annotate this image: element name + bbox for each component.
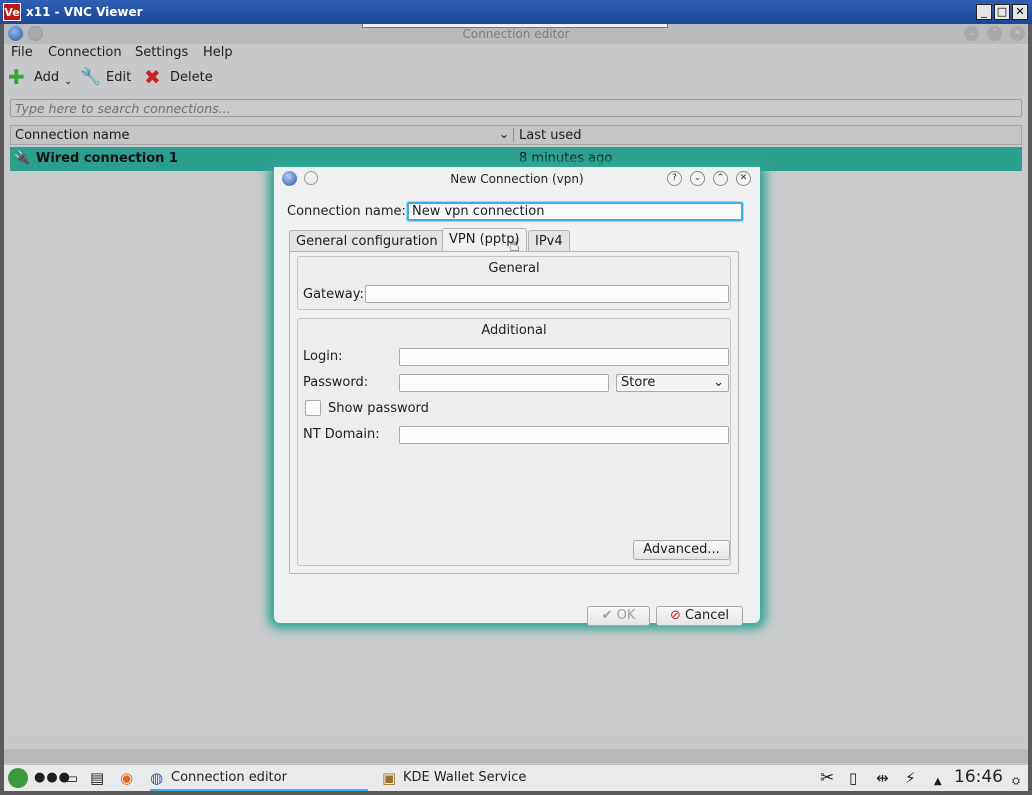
minimize-icon[interactable]: ⌄ bbox=[964, 26, 979, 41]
dialog-titlebar: New Connection (vpn) ? ⌄ ⌃ ✕ bbox=[274, 167, 760, 191]
minimize-button[interactable]: _ bbox=[976, 4, 992, 20]
files-icon[interactable]: ▤ bbox=[90, 769, 104, 787]
password-label: Password: bbox=[303, 375, 369, 390]
connection-last-used: 8 minutes ago bbox=[519, 151, 613, 166]
desktop-icon[interactable]: ▭ bbox=[64, 769, 78, 787]
firefox-icon[interactable]: ◉ bbox=[120, 769, 133, 787]
plug-icon: 🔌 bbox=[14, 151, 31, 166]
help-icon[interactable]: ? bbox=[667, 171, 682, 186]
cancel-icon: ⊘ bbox=[669, 608, 685, 623]
taskbar: ●●● ▭ ▤ ◉ ◍ Connection editor ▣ KDE Wall… bbox=[4, 764, 1028, 791]
edit-button[interactable]: 🔧 Edit bbox=[80, 67, 140, 91]
plus-icon: ✚ bbox=[8, 65, 25, 89]
main-window-title: Connection editor bbox=[462, 27, 570, 41]
new-connection-dialog: New Connection (vpn) ? ⌄ ⌃ ✕ Connection … bbox=[274, 167, 760, 626]
nt-domain-field[interactable] bbox=[399, 426, 729, 444]
login-field[interactable] bbox=[399, 348, 729, 366]
password-field[interactable] bbox=[399, 374, 609, 392]
status-strip bbox=[4, 749, 1028, 763]
minimize-icon[interactable]: ⌄ bbox=[690, 171, 705, 186]
close-icon[interactable]: ✕ bbox=[736, 171, 751, 186]
check-icon: ✔ bbox=[601, 608, 617, 623]
tab-general-configuration[interactable]: General configuration bbox=[289, 230, 445, 252]
column-last-used[interactable]: Last used bbox=[519, 128, 581, 143]
chevron-down-icon: ⌄ bbox=[713, 375, 724, 390]
dialog-title: New Connection (vpn) bbox=[450, 172, 584, 186]
tab-ipv4[interactable]: IPv4 bbox=[528, 230, 570, 252]
show-password-checkbox[interactable] bbox=[305, 400, 321, 416]
wallet-icon: ▣ bbox=[382, 769, 397, 787]
remote-desktop: Connection editor ⌄ ⌃ ✕ File Connection … bbox=[4, 24, 1028, 791]
active-task-indicator bbox=[150, 789, 368, 791]
password-store-select[interactable]: Store ⌄ bbox=[616, 374, 729, 392]
additional-group-title: Additional bbox=[481, 323, 547, 338]
maximize-icon[interactable]: ⌃ bbox=[987, 26, 1002, 41]
close-button[interactable]: ✕ bbox=[1012, 4, 1028, 20]
task-connection-editor[interactable]: Connection editor bbox=[171, 770, 287, 785]
globe-icon: ◍ bbox=[150, 769, 164, 787]
menu-connection[interactable]: Connection bbox=[48, 45, 122, 60]
search-input[interactable]: Type here to search connections... bbox=[10, 99, 1022, 117]
add-label: Add bbox=[34, 70, 60, 85]
general-group: General Gateway: bbox=[297, 256, 731, 310]
general-group-title: General bbox=[488, 261, 540, 276]
connection-name-field[interactable]: New vpn connection bbox=[407, 202, 743, 221]
show-password-label[interactable]: Show password bbox=[328, 401, 429, 416]
main-window-titlebar: Connection editor ⌄ ⌃ ✕ bbox=[4, 24, 1028, 44]
wrench-icon: 🔧 bbox=[80, 67, 102, 87]
login-label: Login: bbox=[303, 349, 343, 364]
maximize-icon[interactable]: ⌃ bbox=[713, 171, 728, 186]
add-button[interactable]: ✚ Add ⌄ bbox=[8, 65, 72, 91]
vpn-tab-panel: General Gateway: Additional Login: Passw… bbox=[289, 251, 739, 574]
panel-settings-icon[interactable]: ⛭ bbox=[1012, 773, 1020, 791]
password-store-value: Store bbox=[621, 375, 656, 390]
menu-settings[interactable]: Settings bbox=[135, 45, 188, 60]
tray-expand-icon[interactable]: ▲ bbox=[934, 773, 942, 791]
column-separator bbox=[513, 128, 514, 142]
edit-label: Edit bbox=[106, 70, 132, 85]
cancel-button[interactable]: ⊘ Cancel bbox=[656, 606, 743, 626]
clipboard-icon[interactable]: ▯ bbox=[849, 769, 857, 787]
chevron-down-icon[interactable]: ⌄ bbox=[499, 127, 509, 141]
gateway-field[interactable] bbox=[365, 285, 729, 303]
advanced-button[interactable]: Advanced... bbox=[633, 540, 730, 560]
nt-domain-label: NT Domain: bbox=[303, 427, 380, 442]
ok-label: OK bbox=[616, 608, 636, 623]
hand-cursor-icon: ☝ bbox=[509, 235, 520, 256]
launcher-icon[interactable] bbox=[8, 768, 28, 788]
delete-icon: ✖ bbox=[144, 65, 161, 89]
power-plug-icon[interactable]: ⚡ bbox=[905, 769, 916, 787]
column-connection-name[interactable]: Connection name bbox=[15, 128, 130, 143]
vnc-window-title: x11 - VNC Viewer bbox=[26, 5, 143, 19]
menu-help[interactable]: Help bbox=[203, 45, 233, 60]
cancel-label: Cancel bbox=[684, 608, 730, 623]
vnc-app-icon: Ve bbox=[3, 3, 21, 21]
gateway-label: Gateway: bbox=[303, 287, 364, 302]
menu-file[interactable]: File bbox=[11, 45, 33, 60]
connection-name: Wired connection 1 bbox=[36, 151, 178, 166]
delete-label: Delete bbox=[170, 70, 213, 85]
network-icon[interactable]: ⇹ bbox=[876, 769, 889, 787]
delete-button[interactable]: ✖ Delete bbox=[144, 67, 214, 91]
menubar: File Connection Settings Help bbox=[4, 44, 1028, 66]
additional-group: Additional Login: Password: Store ⌄ Show… bbox=[297, 318, 731, 566]
connection-name-label: Connection name: bbox=[287, 204, 406, 219]
close-icon[interactable]: ✕ bbox=[1010, 26, 1025, 41]
chevron-down-icon[interactable]: ⌄ bbox=[64, 76, 72, 87]
vnc-titlebar: Ve x11 - VNC Viewer _ □ ✕ bbox=[0, 0, 1032, 24]
maximize-button[interactable]: □ bbox=[994, 4, 1010, 20]
task-kde-wallet[interactable]: KDE Wallet Service bbox=[403, 770, 526, 785]
ok-button[interactable]: ✔ OK bbox=[587, 606, 650, 626]
connection-list-header: Connection name ⌄ Last used bbox=[10, 125, 1022, 145]
clock[interactable]: 16:46 bbox=[954, 767, 1003, 787]
scissors-icon[interactable]: ✂ bbox=[820, 769, 834, 787]
